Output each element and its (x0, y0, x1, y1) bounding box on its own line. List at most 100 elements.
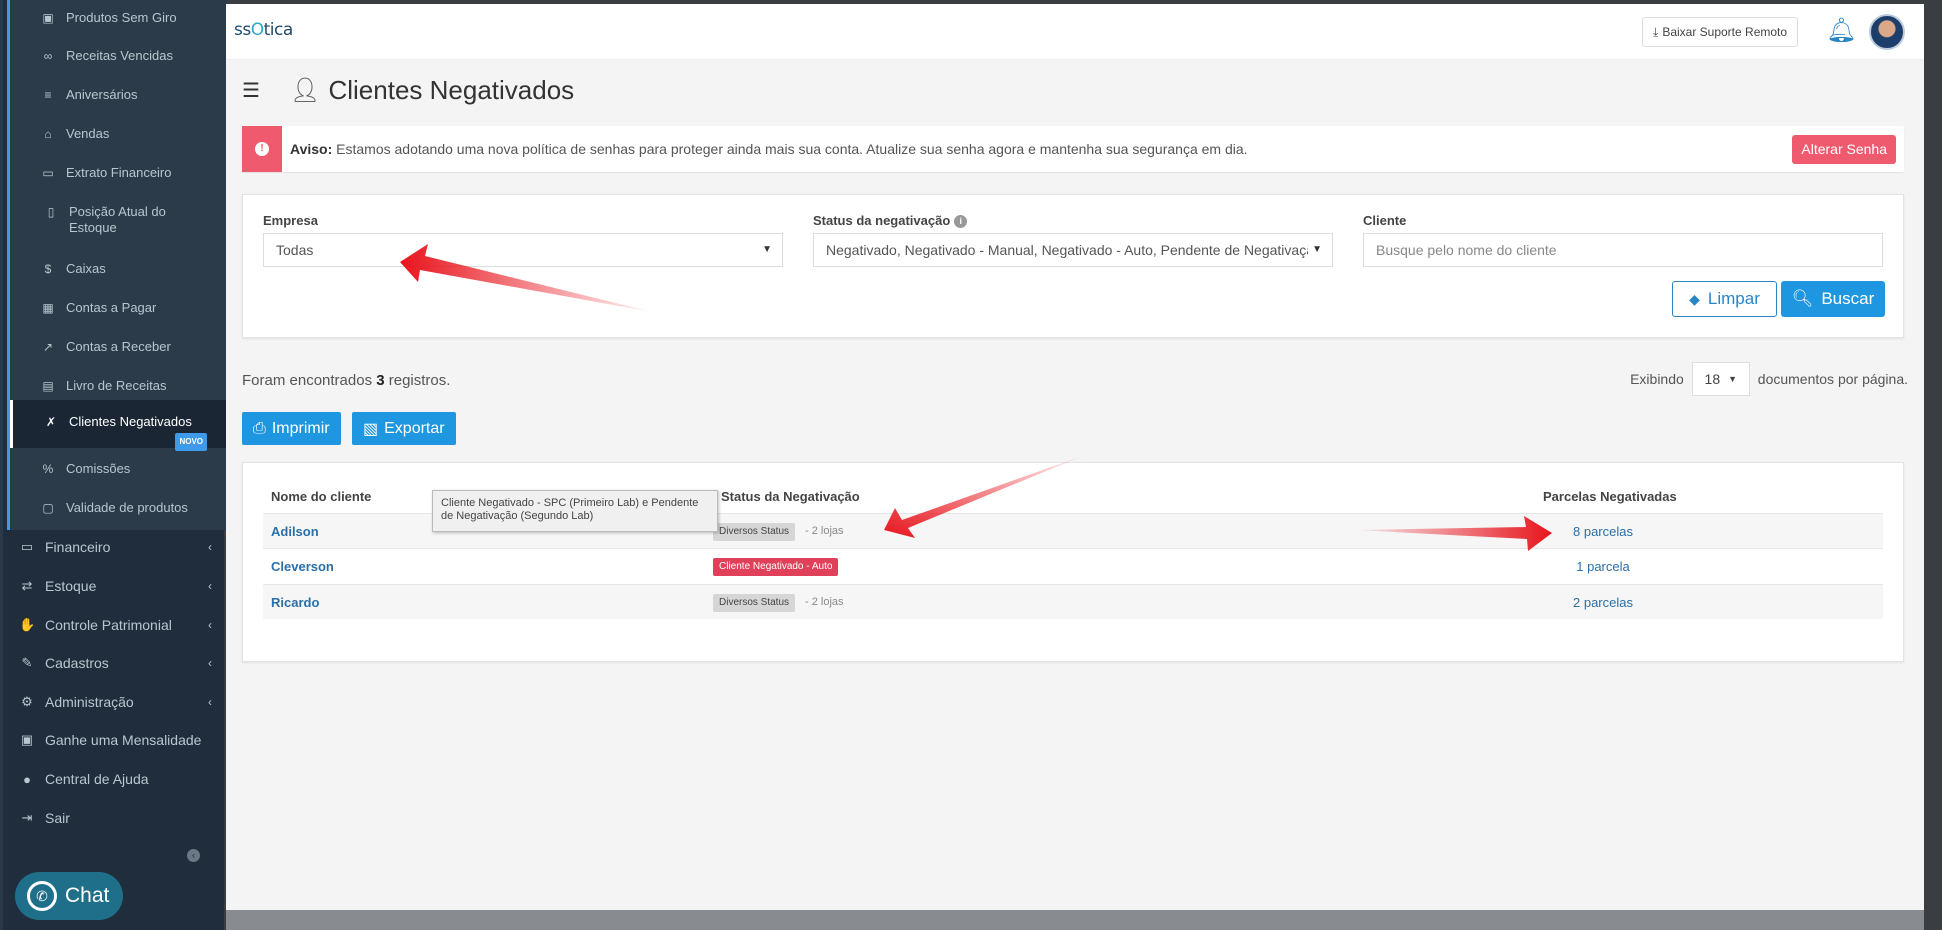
file-icon: ▯ (47, 205, 55, 219)
alert-strong: Aviso: (290, 141, 333, 157)
export-button[interactable]: ▧ Exportar (352, 412, 456, 445)
percent-icon: % (42, 462, 54, 476)
sign-out-icon: ⇥ (21, 810, 33, 825)
bell-icon[interactable]: 🔔︎ (1826, 16, 1856, 48)
status-badge[interactable]: Cliente Negativado - Auto (713, 558, 839, 576)
sidebar-item-receitas-vencidas[interactable]: ∞ Receitas Vencidas (10, 38, 227, 74)
page-title: Clientes Negativados (328, 74, 575, 105)
main-content: ☰ 👤︎ Clientes Negativados ! Aviso: Estam… (226, 60, 1924, 910)
filter-panel: Empresa Todas ▼ Status da negativação i Ne… (242, 194, 1904, 338)
chat-button[interactable]: ✆ Chat (15, 872, 123, 920)
table-row: Ricardo Diversos Status - 2 lojas 2 parc… (263, 584, 1883, 619)
question-icon: ● (23, 771, 31, 787)
cliente-search-input[interactable]: Busque pelo nome do cliente (1363, 233, 1883, 267)
user-x-icon: ✗ (45, 415, 57, 429)
search-icon: 🔍︎ (1791, 289, 1814, 308)
novo-badge: NOVO (175, 433, 207, 451)
sidebar-item-contas-receber[interactable]: ↗ Contas a Receber (10, 329, 227, 365)
search-button[interactable]: 🔍︎ Buscar (1781, 281, 1885, 317)
sidebar-item-comissoes[interactable]: % Comissões (10, 451, 227, 487)
chevron-left-icon: ‹ (208, 656, 212, 670)
menu-toggle-icon[interactable]: ☰ (242, 78, 260, 103)
sidebar-item-caixas[interactable]: $ Caixas (10, 251, 227, 287)
download-icon: ⤓ (1653, 24, 1659, 39)
sidebar-item-central-ajuda[interactable]: ● Central de Ajuda (3, 760, 224, 798)
chevron-left-icon: ‹ (208, 579, 212, 593)
status-select[interactable]: Negativado, Negativado - Manual, Negativ… (813, 233, 1333, 267)
status-badge[interactable]: Diversos Status (713, 523, 796, 541)
user-x-icon: 👤︎ (290, 76, 321, 104)
sidebar-item-produtos-sem-giro[interactable]: ▣ Produtos Sem Giro (10, 0, 227, 36)
dollar-icon: $ (44, 262, 52, 276)
results-count: Foram encontrados 3 registros. (242, 372, 451, 389)
status-badge[interactable]: Diversos Status (713, 594, 796, 612)
empresa-label: Empresa (263, 213, 318, 228)
stores-count: - 2 lojas (805, 596, 844, 608)
cake-icon: ≡ (44, 88, 52, 102)
sidebar-item-sair[interactable]: ⇥ Sair (3, 799, 224, 837)
header-nome: Nome do cliente (271, 489, 372, 504)
info-icon[interactable]: i (954, 215, 968, 229)
caret-down-icon: ▼ (762, 244, 772, 255)
cliente-label: Cliente (1363, 213, 1407, 228)
sidebar-item-livro-receitas[interactable]: ▤ Livro de Receitas (10, 368, 227, 404)
per-page-select[interactable]: 18 ▼ (1691, 362, 1750, 396)
installments-link[interactable]: 1 parcela (1533, 559, 1673, 574)
sidebar-item-controle-patrimonial[interactable]: ✋ Controle Patrimonial ‹ (3, 606, 224, 644)
sidebar-item-ganhe-mensalidade[interactable]: ▣ Ganhe uma Mensalidade (3, 721, 224, 759)
book-icon: ▤ (42, 379, 54, 393)
sidebar-item-aniversarios[interactable]: ≡ Aniversários (10, 77, 227, 113)
client-name-link[interactable]: Adilson (271, 524, 319, 539)
download-remote-support-button[interactable]: ⤓ Baixar Suporte Remoto (1642, 17, 1799, 47)
client-name-link[interactable]: Cleverson (271, 559, 334, 574)
sidebar-item-administracao[interactable]: ⚙ Administração ‹ (3, 683, 224, 721)
sidebar-item-estoque[interactable]: ⇄ Estoque ‹ (3, 567, 224, 605)
sidebar-item-clientes-negativados[interactable]: ✗ Clientes Negativados NOVO (10, 400, 227, 451)
money-icon: ▭ (20, 539, 34, 554)
sidebar-item-vendas[interactable]: ⌂ Vendas (10, 116, 227, 152)
sidebar-item-validade-produtos[interactable]: ▢ Validade de produtos (10, 490, 227, 526)
sidebar-item-financeiro[interactable]: ▭ Financeiro ‹ (3, 528, 224, 566)
money-icon: ▭ (42, 166, 54, 180)
chart-line-icon: ↗ (42, 340, 54, 354)
sidebar-item-cadastros[interactable]: ✎ Cadastros ‹ (3, 644, 224, 682)
whatsapp-icon: ✆ (27, 881, 57, 911)
file-excel-icon: ▧ (363, 420, 379, 438)
installments-link[interactable]: 2 parcelas (1533, 595, 1673, 610)
exclamation-icon: ! (242, 126, 282, 172)
exchange-icon: ⇄ (21, 578, 33, 593)
header-status: Status da Negativação (721, 489, 860, 504)
glasses-icon: ∞ (43, 49, 53, 63)
header-parcelas: Parcelas Negativadas (1543, 489, 1677, 504)
collapse-sidebar-icon[interactable]: ‹ (187, 849, 200, 862)
sidebar-item-contas-pagar[interactable]: ▦ Contas a Pagar (10, 290, 227, 326)
logo[interactable]: ssOtica (234, 20, 293, 40)
alert-message: Estamos adotando uma nova política de se… (332, 141, 1248, 157)
gift-icon: ▣ (20, 732, 34, 747)
sidebar-item-posicao-estoque[interactable]: ▯ Posição Atual do Estoque (10, 194, 200, 242)
status-label: Status da negativação i (813, 213, 968, 229)
print-button[interactable]: ⎙ Imprimir (242, 412, 341, 445)
stores-count: - 2 lojas (805, 525, 844, 537)
sidebar: ▣ Produtos Sem Giro ∞ Receitas Vencidas ≡ A… (0, 0, 227, 930)
box-icon: ▣ (42, 11, 54, 25)
print-icon: ⎙ (253, 419, 266, 437)
per-page-control: Exibindo 18 ▼ documentos por página. (1630, 362, 1908, 396)
sidebar-item-extrato-financeiro[interactable]: ▭ Extrato Financeiro (10, 155, 227, 191)
clear-button[interactable]: ◆ Limpar (1672, 281, 1777, 317)
client-name-link[interactable]: Ricardo (271, 595, 319, 610)
footer-strip (226, 910, 1924, 930)
window-edge (1924, 0, 1942, 930)
change-password-button[interactable]: Alterar Senha (1792, 135, 1896, 164)
topbar: ssOtica ⤓ Baixar Suporte Remoto 🔔︎ (226, 4, 1924, 60)
table-row: Cleverson Cliente Negativado - Auto 1 pa… (263, 548, 1883, 583)
gears-icon: ⚙ (21, 694, 33, 709)
installments-link[interactable]: 8 parcelas (1533, 524, 1673, 539)
page-header: ☰ 👤︎ Clientes Negativados (242, 70, 574, 110)
caret-down-icon: ▼ (1308, 234, 1322, 266)
avatar[interactable] (1869, 14, 1905, 50)
status-tooltip: Cliente Negativado - SPC (Primeiro Lab) … (432, 490, 718, 532)
empresa-select[interactable]: Todas ▼ (263, 233, 783, 267)
calendar-icon: ▢ (42, 501, 54, 515)
calculator-icon: ▦ (42, 301, 54, 315)
